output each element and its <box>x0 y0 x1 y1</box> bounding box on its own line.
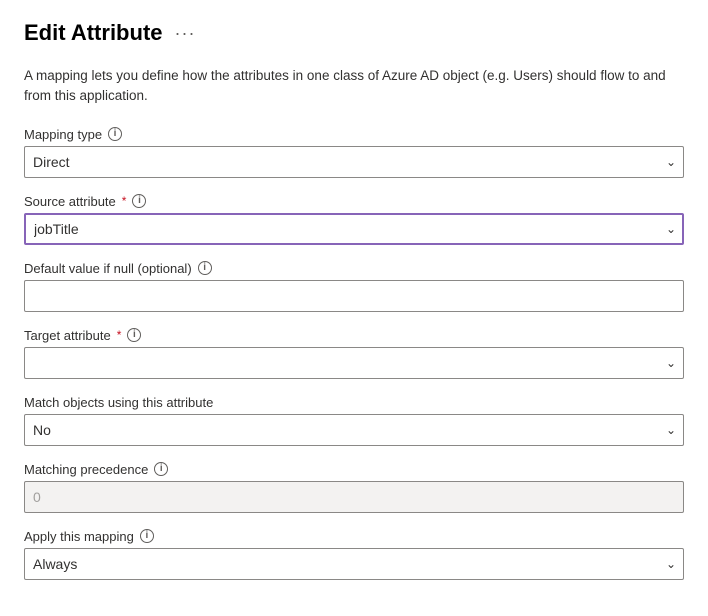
mapping-type-info-icon[interactable]: i <box>108 127 122 141</box>
matching-precedence-label: Matching precedence i <box>24 462 684 477</box>
source-attribute-required-star: * <box>122 194 127 208</box>
default-value-info-icon[interactable]: i <box>198 261 212 275</box>
source-attribute-select[interactable]: jobTitle displayName mail userPrincipalN… <box>24 213 684 245</box>
match-objects-label: Match objects using this attribute <box>24 395 684 410</box>
target-attribute-select[interactable] <box>24 347 684 379</box>
matching-precedence-input <box>24 481 684 513</box>
target-attribute-label: Target attribute * i <box>24 328 684 343</box>
source-attribute-group: Source attribute * i jobTitle displayNam… <box>24 194 684 245</box>
match-objects-group: Match objects using this attribute No Ye… <box>24 395 684 446</box>
apply-mapping-select-wrapper: Always Only during object creation ⌄ <box>24 548 684 580</box>
target-attribute-info-icon[interactable]: i <box>127 328 141 342</box>
match-objects-select[interactable]: No Yes <box>24 414 684 446</box>
default-value-label: Default value if null (optional) i <box>24 261 684 276</box>
apply-mapping-info-icon[interactable]: i <box>140 529 154 543</box>
matching-precedence-group: Matching precedence i <box>24 462 684 513</box>
mapping-type-label: Mapping type i <box>24 127 684 142</box>
page-title: Edit Attribute <box>24 20 163 46</box>
mapping-type-select-wrapper: Direct Expression Constant ⌄ <box>24 146 684 178</box>
source-attribute-info-icon[interactable]: i <box>132 194 146 208</box>
more-options-icon[interactable]: ··· <box>175 23 196 44</box>
matching-precedence-info-icon[interactable]: i <box>154 462 168 476</box>
default-value-group: Default value if null (optional) i <box>24 261 684 312</box>
source-attribute-select-wrapper: jobTitle displayName mail userPrincipalN… <box>24 213 684 245</box>
match-objects-select-wrapper: No Yes ⌄ <box>24 414 684 446</box>
source-attribute-label: Source attribute * i <box>24 194 684 209</box>
target-attribute-required-star: * <box>117 328 122 342</box>
target-attribute-select-wrapper: ⌄ <box>24 347 684 379</box>
page-header: Edit Attribute ··· <box>24 20 684 46</box>
apply-mapping-label: Apply this mapping i <box>24 529 684 544</box>
mapping-type-select[interactable]: Direct Expression Constant <box>24 146 684 178</box>
apply-mapping-group: Apply this mapping i Always Only during … <box>24 529 684 580</box>
target-attribute-group: Target attribute * i ⌄ <box>24 328 684 379</box>
default-value-input[interactable] <box>24 280 684 312</box>
page-description: A mapping lets you define how the attrib… <box>24 66 684 107</box>
apply-mapping-select[interactable]: Always Only during object creation <box>24 548 684 580</box>
mapping-type-group: Mapping type i Direct Expression Constan… <box>24 127 684 178</box>
